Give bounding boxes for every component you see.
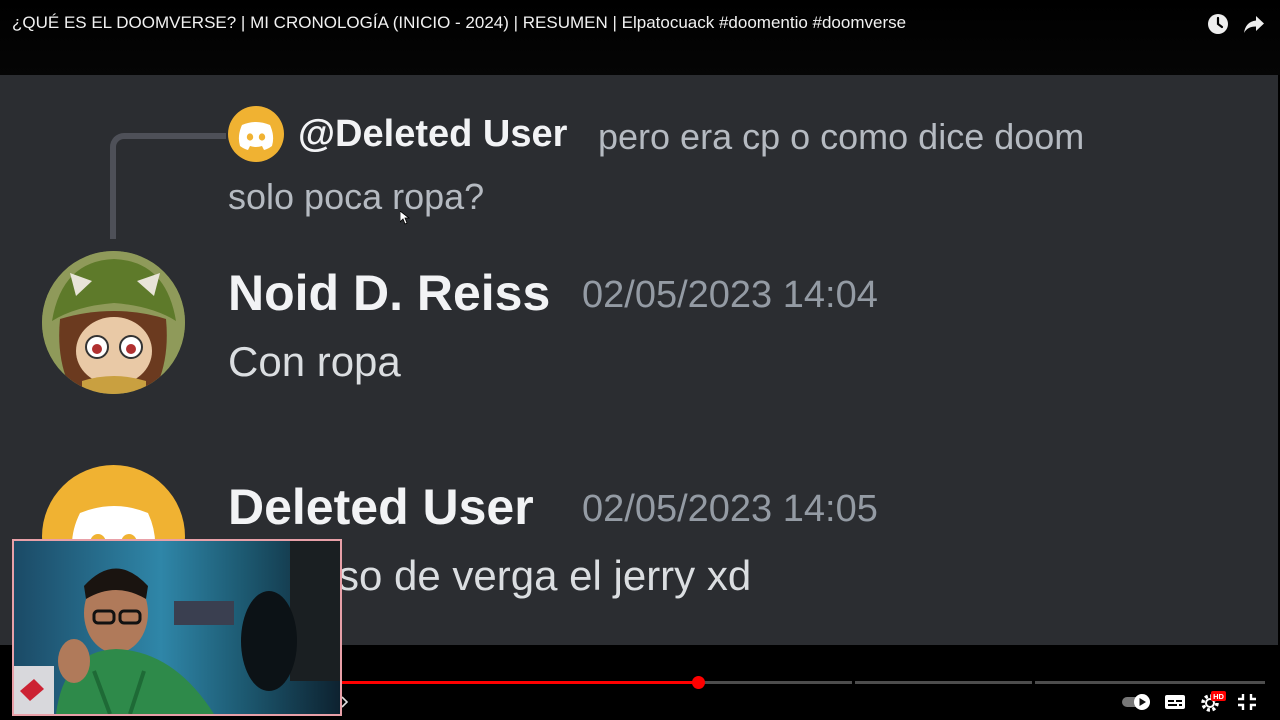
progress-segment[interactable] xyxy=(855,681,1032,684)
video-title[interactable]: ¿QUÉ ES EL DOOMVERSE? | MI CRONOLOGÍA (I… xyxy=(12,13,906,33)
subtitles-icon[interactable] xyxy=(1162,690,1188,714)
share-arrow-icon[interactable] xyxy=(1242,12,1266,36)
webcam-image xyxy=(14,541,340,714)
video-player[interactable]: ¿QUÉ ES EL DOOMVERSE? | MI CRONOLOGÍA (I… xyxy=(0,0,1280,720)
settings-gear-icon[interactable]: HD xyxy=(1198,690,1228,714)
avatar xyxy=(42,251,185,394)
reply-username: @Deleted User xyxy=(298,113,568,155)
message-timestamp: 02/05/2023 14:05 xyxy=(582,488,878,530)
progress-scrubber[interactable] xyxy=(691,676,705,689)
message-text: Con ropa xyxy=(228,338,401,385)
hd-badge: HD xyxy=(1213,692,1224,701)
title-bar: ¿QUÉ ES EL DOOMVERSE? | MI CRONOLOGÍA (I… xyxy=(0,0,1280,75)
message-timestamp: 02/05/2023 14:04 xyxy=(582,274,878,316)
webcam-overlay xyxy=(12,539,342,716)
reply-avatar xyxy=(228,106,284,162)
message-author: Deleted User xyxy=(228,479,534,535)
autoplay-toggle-icon[interactable] xyxy=(1120,690,1154,714)
message-text: so de verga el jerry xd xyxy=(338,552,752,599)
clock-icon[interactable] xyxy=(1206,12,1230,36)
reply-connector-line xyxy=(110,133,226,239)
character-avatar-image xyxy=(42,251,185,394)
progress-played xyxy=(340,681,698,684)
mouse-cursor-icon xyxy=(400,211,410,225)
discord-logo-icon xyxy=(238,122,274,150)
exit-fullscreen-icon[interactable] xyxy=(1234,690,1260,714)
reply-text-line1: pero era cp o como dice doom xyxy=(598,116,1085,157)
reply-text-line2: solo poca ropa? xyxy=(228,176,485,217)
message-author: Noid D. Reiss xyxy=(228,265,551,321)
progress-segment[interactable] xyxy=(1035,681,1265,684)
